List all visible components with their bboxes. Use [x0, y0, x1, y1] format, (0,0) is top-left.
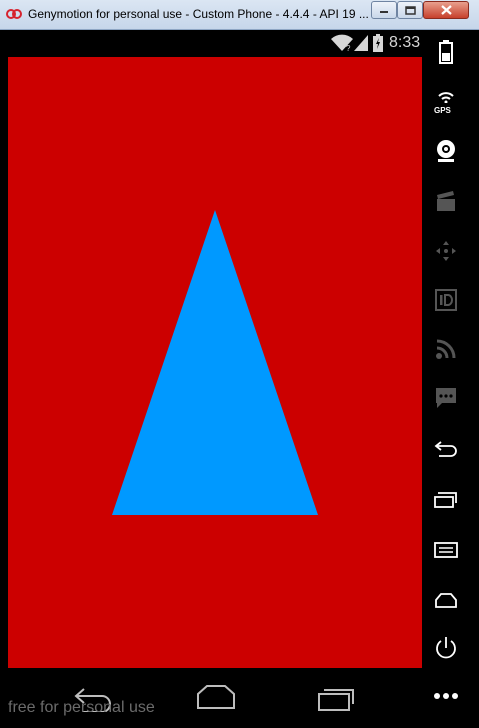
sidebar-home-button[interactable]: [432, 586, 460, 614]
status-clock: 8:33: [389, 34, 421, 51]
rss-icon: [436, 339, 456, 359]
more-icon: [434, 693, 458, 699]
signal-icon: [354, 35, 368, 51]
watermark-text: free for personal use: [8, 699, 155, 716]
power-icon: [436, 637, 456, 659]
close-icon: [440, 5, 452, 15]
app-canvas[interactable]: [8, 57, 422, 668]
battery-icon: [439, 40, 453, 64]
sidebar-webcam-button[interactable]: [432, 137, 460, 165]
battery-charging-icon: [373, 34, 383, 52]
svg-text:?: ?: [346, 44, 351, 52]
gps-icon: [438, 92, 454, 103]
sidebar-battery-button[interactable]: [432, 38, 460, 66]
sidebar-gps-button[interactable]: GPS: [432, 87, 460, 115]
menu-icon: [434, 542, 458, 558]
dpad-icon: [436, 241, 456, 261]
webcam-icon: [437, 140, 455, 162]
id-icon: [435, 289, 457, 311]
media-clapper-icon: [437, 191, 455, 211]
blue-triangle: [112, 210, 318, 515]
sidebar-recent-apps-button[interactable]: [432, 486, 460, 514]
triangle-drawing: [112, 210, 318, 515]
sidebar-power-button[interactable]: [432, 634, 460, 662]
minimize-button[interactable]: [371, 1, 397, 19]
sidebar-rss-button[interactable]: [432, 335, 460, 363]
status-bar: ? 8:33: [8, 30, 422, 57]
gps-label: GPS: [434, 106, 451, 115]
window-title: Genymotion for personal use - Custom Pho…: [28, 7, 369, 21]
nav-bar: [8, 668, 422, 728]
close-button[interactable]: [423, 1, 469, 19]
sidebar-media-button[interactable]: [432, 187, 460, 215]
back-icon: [434, 441, 457, 457]
sidebar-menu-button[interactable]: [432, 536, 460, 564]
sidebar-back-button[interactable]: [432, 436, 460, 464]
nav-home-icon[interactable]: [194, 684, 238, 710]
minimize-icon: [380, 11, 388, 13]
sidebar-more-button[interactable]: [432, 682, 460, 710]
maximize-icon: [404, 5, 416, 15]
genymotion-app-icon: [6, 9, 22, 19]
nav-recent-apps-icon[interactable]: [314, 684, 358, 712]
genymotion-sidebar: GPS: [422, 30, 479, 728]
recent-apps-icon: [434, 492, 457, 508]
sidebar-sms-button[interactable]: [432, 384, 460, 412]
maximize-button[interactable]: [397, 1, 423, 19]
window-titlebar[interactable]: Genymotion for personal use - Custom Pho…: [0, 0, 479, 30]
sidebar-dpad-button[interactable]: [432, 237, 460, 265]
sms-icon: [436, 388, 456, 408]
home-icon: [435, 593, 457, 608]
wifi-icon: ?: [331, 34, 353, 52]
sidebar-id-button[interactable]: [432, 286, 460, 314]
